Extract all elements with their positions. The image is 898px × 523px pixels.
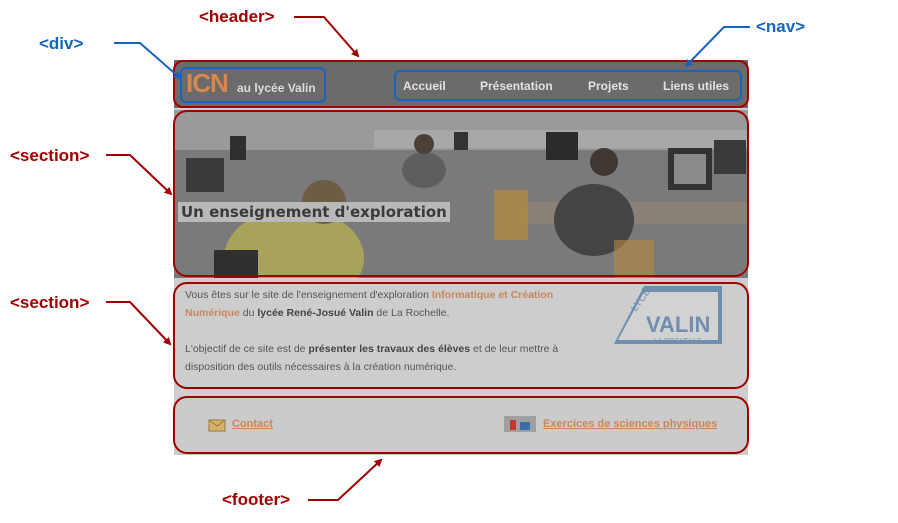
arrow-div <box>114 42 182 80</box>
label-nav: <nav> <box>756 17 806 36</box>
arrow-section-hero <box>106 154 173 196</box>
arrow-section-intro <box>106 301 172 346</box>
arrow-header <box>294 16 360 58</box>
annotation-arrows <box>106 16 750 501</box>
arrow-nav <box>684 26 750 68</box>
label-header: <header> <box>199 7 275 26</box>
label-section-intro: <section> <box>10 293 90 312</box>
arrow-footer <box>308 458 383 501</box>
label-section-hero: <section> <box>10 146 90 165</box>
label-div: <div> <box>39 34 84 53</box>
label-footer: <footer> <box>222 490 291 509</box>
